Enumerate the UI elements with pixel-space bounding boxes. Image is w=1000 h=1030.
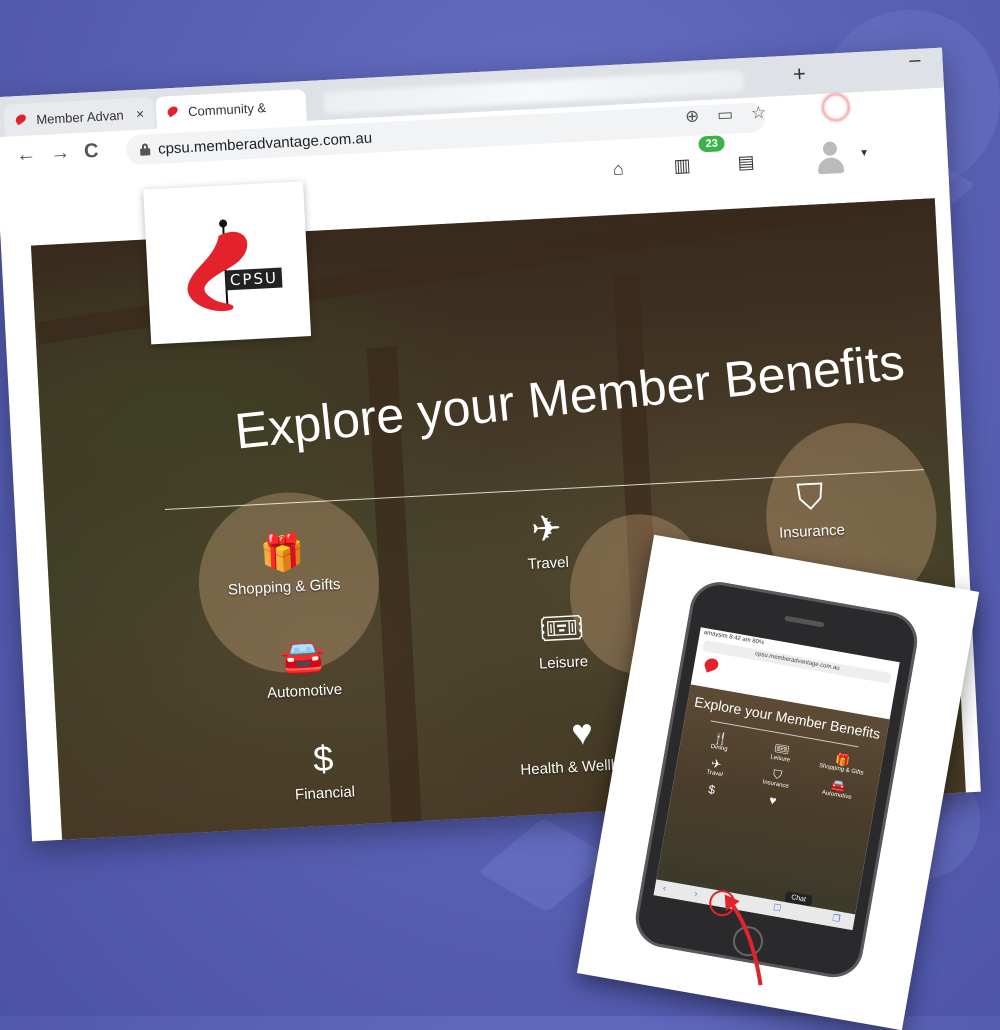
mobile-hero: Explore your Member Benefits 🍴 Dining 🎟 Le… [655,684,890,917]
category-financial[interactable]: $ Financial [237,735,410,807]
category-shopping-gifts[interactable]: 🎁 Shopping & Gifts [196,528,369,600]
location-icon[interactable]: ⊕ [685,106,700,127]
minimize-button[interactable]: – [909,49,921,73]
heart-icon: ♥ [768,792,778,808]
logo-text: CPSU [225,267,283,291]
dollar-icon: $ [707,782,717,798]
ticket-icon: 🎟 [537,606,586,650]
tab-label: Community & [187,99,267,119]
mobile-category-leisure[interactable]: 🎟 Leisure [749,737,814,767]
mobile-category-financial[interactable]: $ [680,777,743,802]
category-automotive[interactable]: 🚘 Automotive [217,633,390,705]
plane-icon: ✈ [530,507,563,550]
user-avatar[interactable] [815,141,847,177]
mobile-category-insurance[interactable]: ⛉ Insurance [745,762,810,792]
lock-icon [140,143,151,156]
mobile-category-automotive[interactable]: 🚘 Automotive [806,773,871,803]
phone-speaker [784,615,825,628]
back-button[interactable]: ← [16,143,37,167]
mobile-category-health[interactable]: ♥ [741,788,804,813]
dollar-icon: $ [312,737,335,780]
browser-profile-icon[interactable] [821,92,851,122]
url-text: cpsu.memberadvantage.com.au [157,129,373,158]
cpsu-logo[interactable]: CPSU [143,181,312,345]
cast-icon[interactable]: ▭ [717,105,734,126]
home-icon[interactable]: ⌂ [612,158,624,180]
mobile-category-shopping[interactable]: 🎁 Shopping & Gifts [810,748,875,778]
category-leisure[interactable]: 🎟 Leisure [476,604,649,676]
category-travel[interactable]: ✈ Travel [461,505,634,577]
cpsu-swoosh-icon [187,219,248,312]
close-tab-icon[interactable]: × [136,105,145,121]
new-tab-button[interactable]: + [792,61,806,88]
back-icon[interactable]: ‹ [662,883,667,893]
category-label: Automotive [266,680,343,702]
phone-screen: amaysim 8:42 am 80% cpsu.memberadvantage… [653,627,900,931]
car-icon: 🚘 [279,634,327,679]
star-icon[interactable]: ☆ [751,103,767,124]
shield-icon: ⛉ [795,475,825,518]
category-label: Financial [294,783,356,804]
mobile-category-grid: 🍴 Dining 🎟 Leisure 🎁 Shopping & Gifts ✈ Trav… [672,725,882,825]
notification-badge: 23 [698,135,726,153]
cpsu-favicon-icon [14,113,29,128]
chevron-down-icon[interactable]: ▼ [859,148,869,160]
forward-icon[interactable]: › [694,888,699,898]
forward-button[interactable]: → [50,141,71,165]
tabs-icon[interactable]: ❐ [831,913,842,925]
category-insurance[interactable]: ⛉ Insurance [724,473,897,545]
reload-button[interactable]: C [84,140,100,164]
mobile-category-dining[interactable]: 🍴 Dining [688,726,753,756]
map-icon[interactable]: ▥ [673,155,691,177]
gift-icon: 🎁 [258,530,306,575]
tab-label: Member Advan [35,107,125,127]
mobile-category-travel[interactable]: ✈ Travel [683,752,748,782]
cpsu-favicon-icon [166,105,181,120]
member-card-icon[interactable]: ▤ [737,152,755,174]
